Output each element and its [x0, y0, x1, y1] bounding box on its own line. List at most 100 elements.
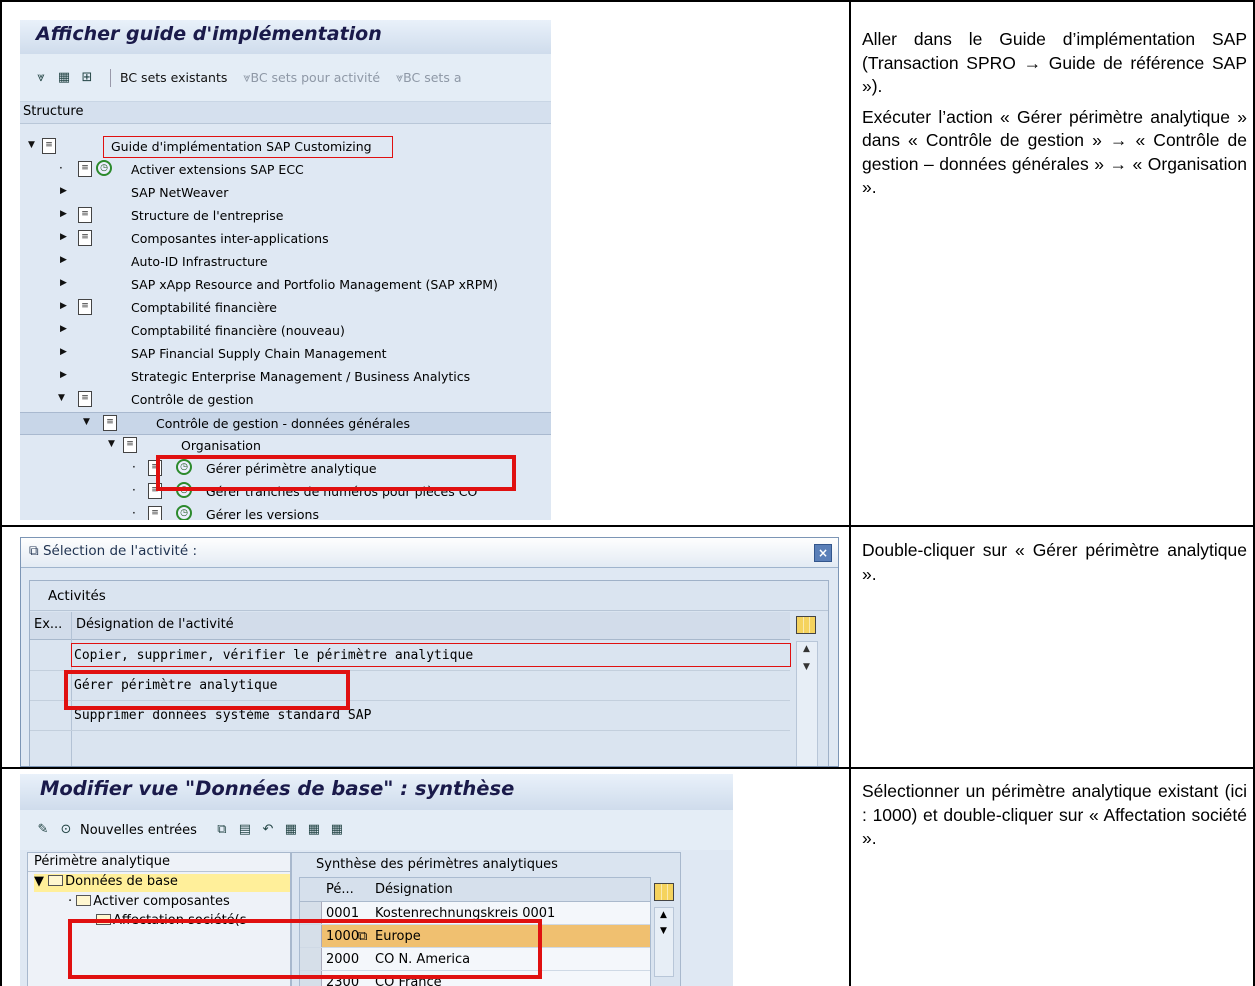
tree-label: Structure de l'entreprise [131, 208, 284, 223]
open-folder-icon [48, 875, 64, 886]
collapsed-arrow-icon[interactable]: ▶ [60, 232, 67, 242]
scroll-up-icon[interactable]: ▲ [803, 644, 810, 654]
leaf-dot: · [132, 506, 136, 520]
selection-marker [103, 136, 393, 158]
collapsed-arrow-icon[interactable]: ▶ [60, 370, 67, 380]
selection-marker [71, 643, 791, 667]
tree-label: SAP NetWeaver [131, 185, 229, 200]
tree-node[interactable]: ▶ ≡ Structure de l'entreprise [20, 205, 551, 228]
table-header: Pé... Désignation [300, 878, 650, 902]
collapsed-arrow-icon[interactable]: ▶ [60, 301, 67, 311]
bc-sets-existants-button[interactable]: BC sets existants [120, 70, 227, 85]
instruction-row1-p2: Exécuter l’action « Gérer périmètre anal… [862, 106, 1247, 198]
col-ex[interactable]: Ex... [34, 617, 62, 632]
bc-sets-activite-button[interactable]: ⩔BC sets pour activité [243, 70, 380, 86]
collapsed-arrow-icon[interactable]: ▶ [60, 278, 67, 288]
activities-table-header: Ex... Désignation de l'activité [30, 612, 790, 640]
tree-node-activer-composantes[interactable]: · Activer composantes [68, 894, 230, 912]
scroll-down-icon[interactable]: ▼ [803, 662, 810, 672]
tree-label: Gérer les versions [206, 507, 319, 520]
tree-node[interactable]: ▶ ≡ Composantes inter-applications [20, 228, 551, 251]
table-row-divider-2 [2, 767, 1255, 769]
structure-header: Structure [20, 102, 551, 124]
tree-node[interactable]: ▶ SAP xApp Resource and Portfolio Manage… [20, 274, 551, 297]
collapsed-arrow-icon[interactable]: ▶ [60, 186, 67, 196]
toolbar-separator [110, 68, 111, 87]
tree-node[interactable]: ▶ Strategic Enterprise Management / Busi… [20, 366, 551, 389]
leaf-dot: · [132, 483, 136, 497]
filter-icon[interactable]: ⩔ [32, 70, 50, 86]
tree-node-donnees-de-base[interactable]: ▼ Données de base [34, 874, 290, 892]
display-change-icon[interactable]: ⊙ [57, 822, 75, 838]
tree-node[interactable]: ▶ ≡ Comptabilité financière [20, 297, 551, 320]
collapsed-arrow-icon[interactable]: ▶ [60, 347, 67, 357]
overview-caption: Synthèse des périmètres analytiques [316, 857, 558, 872]
tree-node[interactable]: ▼ ≡ Contrôle de gestion - données généra… [20, 412, 551, 435]
tree-node[interactable]: ▶ Comptabilité financière (nouveau) [20, 320, 551, 343]
collapsed-arrow-icon[interactable]: ▶ [60, 255, 67, 265]
instruction-row3-p1: Sélectionner un périmètre analytique exi… [862, 781, 1247, 848]
img-tree-screenshot: Afficher guide d'implémentation ⩔ ▦ ⊞ BC… [20, 20, 551, 520]
edit-pencil-icon[interactable]: ✎ [34, 822, 52, 838]
bc-sets-a-button[interactable]: ⩔BC sets a [396, 70, 461, 86]
tree-node[interactable]: ▶ SAP NetWeaver [20, 182, 551, 205]
tree-label: Composantes inter-applications [131, 231, 329, 246]
col-designation[interactable]: Désignation de l'activité [76, 617, 234, 632]
leaf-dot: · [59, 161, 63, 175]
collapsed-arrow-icon[interactable]: ▶ [60, 209, 67, 219]
undo-icon[interactable]: ↶ [259, 822, 277, 838]
structure-header: Périmètre analytique [28, 853, 290, 872]
tree-label: Comptabilité financière [131, 300, 277, 315]
execute-clock-icon[interactable]: ◷ [96, 160, 112, 176]
scroll-up-icon[interactable]: ▲ [660, 910, 667, 920]
close-icon[interactable]: × [814, 544, 832, 562]
tree-label: Comptabilité financière (nouveau) [131, 323, 345, 338]
tree-label: Strategic Enterprise Management / Busine… [131, 369, 471, 384]
instruction-row1: Aller dans le Guide d’implémentation SAP… [862, 28, 1247, 207]
col-designation[interactable]: Désignation [375, 882, 453, 897]
highlight-box [68, 919, 542, 979]
execute-clock-icon[interactable]: ◷ [176, 505, 192, 520]
tree-label: Contrôle de gestion - données générales [156, 416, 410, 431]
collapsed-arrow-icon[interactable]: ▶ [60, 324, 67, 334]
tree-node[interactable]: · ≡ ◷ Activer extensions SAP ECC [20, 159, 551, 182]
activity-selection-dialog: ⧉ Sélection de l'activité : × Activités … [20, 537, 839, 767]
leaf-dot: · [132, 460, 136, 474]
select-all-icon[interactable]: ▦ [282, 822, 300, 838]
tree-label: Organisation [181, 438, 261, 453]
highlight-box [156, 455, 516, 491]
dialog-titlebar: ⧉ Sélection de l'activité : × [21, 538, 838, 568]
instruction-row1-p1: Aller dans le Guide d’implémentation SAP… [862, 29, 1247, 96]
document-icon: ≡ [78, 161, 92, 177]
tree-node[interactable]: ▶ Auto-ID Infrastructure [20, 251, 551, 274]
tree-label: Contrôle de gestion [131, 392, 254, 407]
column-settings-icon[interactable] [796, 616, 816, 634]
screen3-toolbar: ✎ ⊙ Nouvelles entrées ⧉ ▤ ↶ ▦ ▦ ▦ [20, 810, 733, 850]
expanded-arrow-icon[interactable]: ▼ [28, 140, 35, 150]
select-block-icon[interactable]: ▦ [305, 822, 323, 838]
expanded-arrow-icon[interactable]: ▼ [83, 417, 90, 427]
table-border-top [2, 0, 1255, 2]
delete-icon[interactable]: ▤ [236, 822, 254, 838]
docs-icon[interactable]: ⊞ [78, 70, 96, 86]
tree-node[interactable]: ▶ SAP Financial Supply Chain Management [20, 343, 551, 366]
tree-node[interactable]: · ≡ ◷ Gérer les versions [20, 504, 551, 520]
vertical-scrollbar[interactable]: ▲ ▼ [654, 907, 674, 977]
tree-node[interactable]: ▼ ≡ Contrôle de gestion [20, 389, 551, 412]
scroll-down-icon[interactable]: ▼ [660, 926, 667, 936]
expanded-arrow-icon[interactable]: ▼ [58, 393, 65, 403]
column-settings-icon[interactable] [654, 883, 674, 901]
document-icon: ≡ [78, 207, 92, 223]
instruction-row2: Double-cliquer sur « Gérer périmètre ana… [862, 539, 1247, 593]
expanded-arrow-icon[interactable]: ▼ [108, 439, 115, 449]
table-row-divider-1 [2, 525, 1255, 527]
new-entries-button[interactable]: Nouvelles entrées [80, 823, 197, 838]
vertical-scrollbar[interactable]: ▲ ▼ [796, 641, 818, 766]
deselect-all-icon[interactable]: ▦ [328, 822, 346, 838]
release-notes-icon[interactable]: ▦ [55, 70, 73, 86]
dialog-icon: ⧉ [29, 543, 43, 559]
expanded-arrow-icon[interactable]: ▼ [34, 874, 48, 889]
instruction-row2-p1: Double-cliquer sur « Gérer périmètre ana… [862, 540, 1247, 584]
copy-icon[interactable]: ⧉ [213, 822, 231, 838]
col-pe[interactable]: Pé... [326, 882, 354, 897]
